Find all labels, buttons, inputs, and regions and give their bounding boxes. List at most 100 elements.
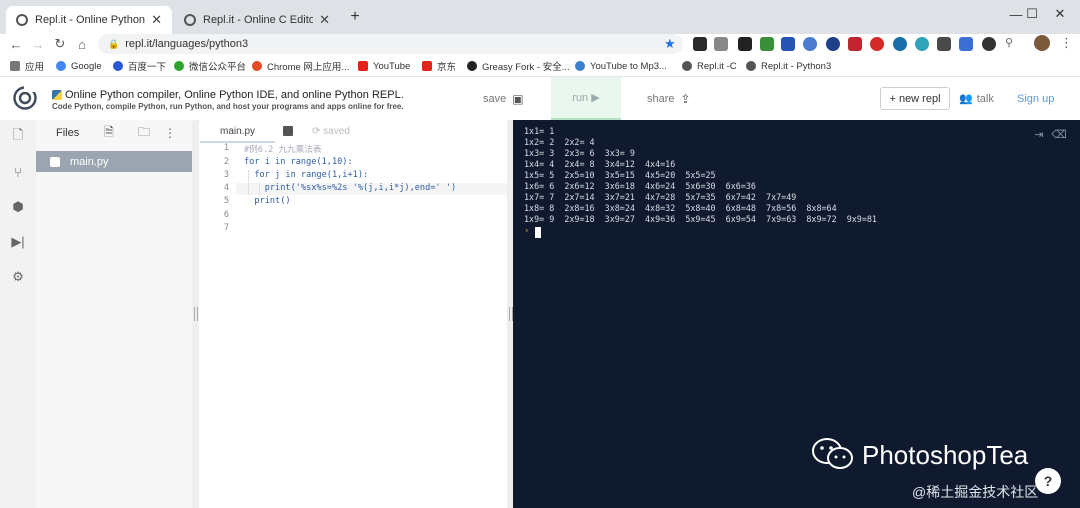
talk-button[interactable]: 👥 talk (959, 77, 994, 120)
expand-console-icon[interactable]: ⇥ (1032, 128, 1046, 141)
console-line: 1x7= 7 2x7=14 3x7=21 4x7=28 5x7=35 6x7=4… (524, 192, 797, 202)
google-icon (56, 61, 66, 71)
version-control-icon[interactable]: ⑂ (9, 163, 27, 181)
line-number: 4 (223, 183, 229, 193)
lock-icon: 🔒 (108, 38, 120, 49)
replit-logo-icon[interactable] (13, 86, 37, 110)
line-number: 2 (223, 157, 229, 167)
code-line-1: #例6.2 九九乘法表 (244, 145, 322, 155)
wechat-icon (174, 61, 184, 71)
watermark-subtitle: @稀土掘金技术社区 (912, 484, 1039, 500)
more-options-icon[interactable]: ⋮ (162, 125, 178, 141)
greasyfork-icon (467, 61, 477, 71)
drag-handle-icon (193, 307, 198, 321)
format-icon[interactable] (283, 126, 293, 136)
console-line: 1x4= 4 2x4= 8 3x4=12 4x4=16 (524, 159, 676, 169)
bookmark-baidu[interactable]: 百度一下 (113, 58, 166, 74)
new-repl-button[interactable]: + new repl (880, 87, 950, 110)
apps-grid-icon (10, 61, 20, 71)
close-tab-icon[interactable]: ✕ (151, 12, 162, 28)
bookmark-wechat[interactable]: 微信公众平台 (174, 58, 246, 74)
home-icon[interactable]: ⌂ (72, 34, 92, 54)
replit-favicon-icon (746, 61, 756, 71)
extension-icon[interactable] (982, 37, 996, 51)
bookmark-yt-mp3[interactable]: YouTube to Mp3... (575, 58, 667, 74)
share-button[interactable]: share ⇪ (647, 77, 691, 120)
console-prompt: › (524, 226, 530, 236)
code-line-2: for i in range(1,10): (244, 157, 353, 167)
files-icon[interactable]: 🗋 (9, 127, 27, 146)
search-icon[interactable]: ⚲ (1005, 36, 1013, 49)
python-file-icon (50, 156, 60, 167)
translate-icon[interactable] (959, 37, 973, 51)
bookmark-chrome-store[interactable]: Chrome 网上应用... (252, 58, 349, 74)
drag-handle-icon (508, 307, 513, 321)
url-text: repl.it/languages/python3 (125, 38, 249, 50)
line-number: 1 (223, 143, 229, 153)
extension-icon[interactable] (803, 37, 817, 51)
address-bar[interactable]: 🔒 repl.it/languages/python3 (98, 34, 683, 54)
tagline: Online Python compiler, Online Python ID… (65, 89, 404, 101)
bookmark-apps[interactable]: 应用 (10, 58, 44, 74)
reload-icon[interactable]: ↻ (50, 34, 70, 54)
files-editor-splitter[interactable] (192, 120, 199, 508)
bookmark-greasyfork[interactable]: Greasy Fork - 安全... (467, 58, 570, 74)
console-line: 1x3= 3 2x3= 6 3x3= 9 (524, 148, 635, 158)
help-button[interactable]: ? (1035, 468, 1061, 494)
settings-gear-icon[interactable]: ⚙ (9, 268, 27, 286)
bookmark-jd[interactable]: 京东 (422, 58, 456, 74)
adblock-icon[interactable] (870, 37, 884, 51)
bookmark-youtube[interactable]: YouTube (358, 58, 410, 74)
add-folder-icon[interactable]: 🗀 (136, 125, 152, 141)
replit-favicon-icon (184, 14, 196, 26)
extension-icon[interactable] (915, 37, 929, 51)
bookmark-replit-c[interactable]: Repl.it -C (682, 58, 737, 74)
bookmark-star-icon[interactable]: ★ (664, 36, 676, 52)
extension-icon[interactable] (781, 37, 795, 51)
close-window-icon[interactable]: ✕ (1040, 0, 1080, 28)
extension-icon[interactable] (693, 37, 707, 51)
packages-icon[interactable]: ⬢ (9, 198, 27, 216)
chrome-store-icon (252, 61, 262, 71)
bookmark-replit-python[interactable]: Repl.it - Python3 (746, 58, 831, 74)
console-line: 1x5= 5 2x5=10 3x5=15 4x5=20 5x5=25 (524, 170, 716, 180)
line-number: 5 (223, 196, 229, 206)
close-tab-icon[interactable]: ✕ (319, 12, 330, 28)
extension-icon[interactable] (848, 37, 862, 51)
file-item-main-py[interactable]: main.py (36, 151, 192, 172)
browser-tab-python[interactable]: Repl.it - Online Python Editor ✕ (6, 6, 172, 34)
share-icon: ⇪ (680, 91, 691, 106)
new-tab-icon[interactable]: + (346, 8, 364, 26)
save-status: ⟳ saved (312, 126, 350, 137)
floppy-disk-icon: ▣ (512, 91, 524, 106)
refresh-icon: ⟳ (312, 126, 324, 137)
browser-tab-c[interactable]: Repl.it - Online C Editor and II ✕ (174, 6, 340, 34)
extension-icon[interactable] (760, 37, 774, 51)
python-logo-icon (52, 90, 62, 100)
signup-button[interactable]: Sign up (1017, 77, 1054, 120)
extension-icon[interactable] (937, 37, 951, 51)
extension-icon[interactable] (893, 37, 907, 51)
subtagline: Code Python, compile Python, run Python,… (52, 102, 404, 111)
console-line: 1x9= 9 2x9=18 3x9=27 4x9=36 5x9=45 6x9=5… (524, 214, 877, 224)
console-cursor (535, 227, 541, 238)
bookmark-google[interactable]: Google (56, 58, 102, 74)
baidu-icon (113, 61, 123, 71)
run-button[interactable]: run ▶ (551, 77, 621, 120)
console-line: 1x2= 2 2x2= 4 (524, 137, 595, 147)
line-number: 3 (223, 170, 229, 180)
extension-icon[interactable] (714, 37, 728, 51)
debugger-icon[interactable]: ▶| (9, 233, 27, 251)
avatar[interactable] (1034, 35, 1050, 51)
watermark-brand: PhotoshopTea (862, 440, 1029, 470)
editor-tab-main-py[interactable]: main.py (220, 126, 255, 137)
add-file-icon[interactable]: 🗎 (101, 125, 117, 141)
menu-icon[interactable]: ⋮ (1060, 35, 1073, 51)
save-button[interactable]: save ▣ (483, 77, 524, 120)
extension-icon[interactable] (738, 37, 752, 51)
back-icon[interactable]: ← (6, 34, 26, 54)
extension-icon[interactable] (826, 37, 840, 51)
clear-console-icon[interactable]: ⌫ (1051, 128, 1067, 141)
files-title: Files (56, 127, 80, 139)
forward-icon[interactable]: → (28, 34, 48, 54)
